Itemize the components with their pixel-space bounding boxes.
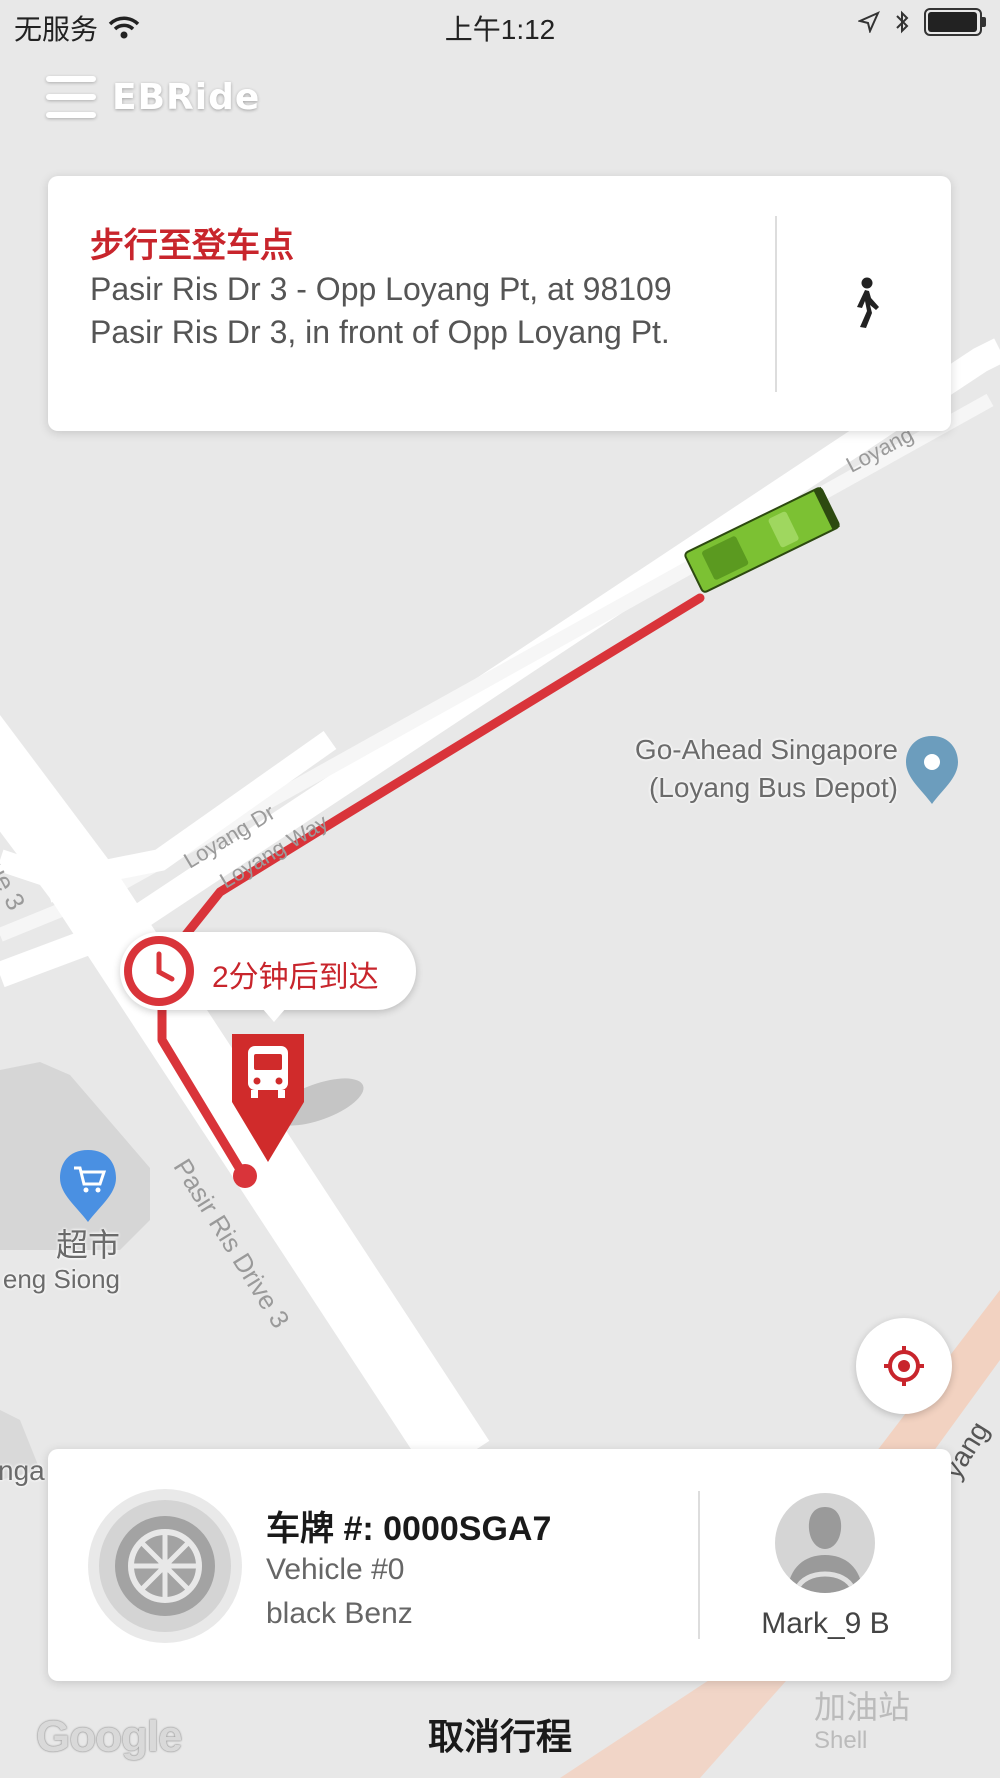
brand-logo: EBRide	[112, 76, 261, 118]
cancel-trip-button[interactable]: 取消行程	[350, 1708, 650, 1760]
poi-depot-label: Go-Ahead Singapore (Loyang Bus Depot)	[592, 731, 898, 807]
poi-supermarket-line1: 超市	[55, 1227, 120, 1263]
walk-card-divider	[775, 216, 777, 392]
poi-depot-line1: Go-Ahead Singapore	[634, 734, 898, 765]
gas-station-line2: Shell	[814, 1727, 868, 1754]
my-location-button[interactable]	[856, 1318, 952, 1414]
hamburger-menu-icon[interactable]	[46, 76, 96, 118]
poi-supermarket-line2: eng Siong	[2, 1264, 120, 1294]
status-bar: 无服务 上午1:12	[0, 0, 1000, 50]
vehicle-number: Vehicle #0	[266, 1553, 405, 1586]
walk-to-pickup-card[interactable]: 步行至登车点 Pasir Ris Dr 3 - Opp Loyang Pt, a…	[48, 176, 951, 431]
walk-navigation-button[interactable]	[778, 216, 951, 392]
eta-text: 2分钟后到达	[212, 961, 379, 994]
top-bar: EBRide	[46, 76, 260, 118]
steering-wheel-icon	[88, 1489, 242, 1643]
poi-supermarket-label: 超市 eng Siong	[0, 1226, 120, 1294]
pickup-address: Pasir Ris Dr 3 - Opp Loyang Pt, at 98109…	[90, 271, 672, 350]
route-end-dot	[233, 1164, 257, 1188]
location-arrow-icon	[858, 11, 880, 33]
driver-info-card[interactable]: 车牌 #: 0000SGA7 Vehicle #0 black Benz Mar…	[48, 1449, 951, 1681]
license-plate: 车牌 #: 0000SGA7	[266, 1510, 552, 1548]
driver-name: Mark_9 B	[761, 1607, 890, 1640]
status-time: 上午1:12	[444, 14, 556, 45]
vehicle-model: black Benz	[266, 1597, 413, 1630]
driver-avatar-icon[interactable]	[775, 1493, 875, 1593]
eta-bubble-tail	[262, 1008, 286, 1022]
poi-left-bottom-label: nga	[0, 1455, 45, 1486]
bluetooth-icon	[896, 10, 909, 34]
battery-icon	[924, 8, 986, 36]
walk-card-title: 步行至登车点	[90, 227, 294, 265]
google-attribution: Google	[36, 1712, 183, 1761]
poi-depot-line2: (Loyang Bus Depot)	[648, 772, 898, 803]
walking-person-icon	[856, 277, 879, 328]
eta-bubble: 2分钟后到达	[120, 932, 416, 1022]
clock-icon	[124, 936, 194, 1006]
gas-station-label: 加油站 Shell	[814, 1690, 910, 1758]
crosshair-locate-icon	[884, 1346, 924, 1386]
gas-station-line1: 加油站	[814, 1689, 911, 1725]
